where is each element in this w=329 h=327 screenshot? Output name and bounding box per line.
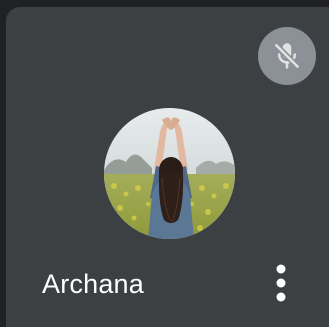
avatar-photo [104,108,235,239]
mic-off-icon [273,42,301,70]
mic-off-badge [258,27,316,85]
avatar [104,108,235,239]
more-vert-icon [276,264,286,302]
more-options-button[interactable] [263,258,299,308]
participant-name: Archana [42,269,144,299]
